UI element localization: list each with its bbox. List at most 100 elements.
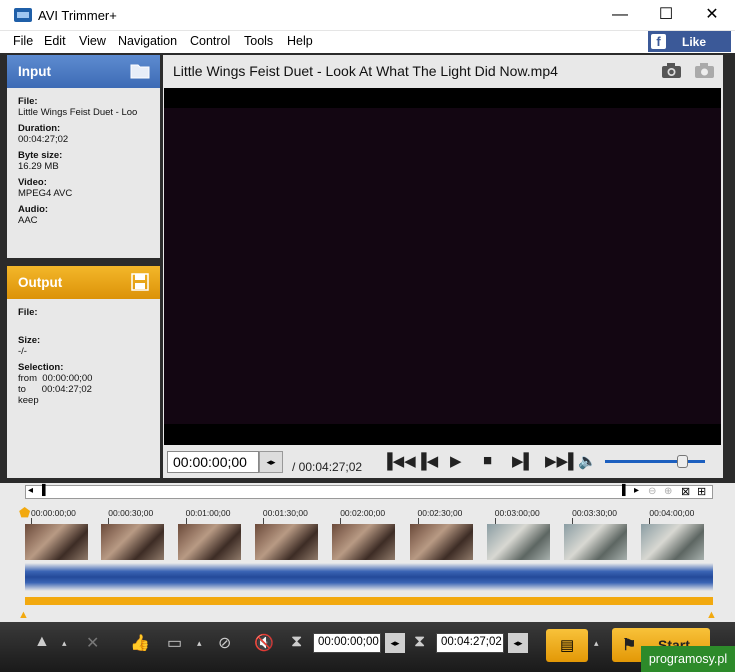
- thumbs-up-icon[interactable]: 👍: [130, 633, 150, 653]
- selection-end-marker[interactable]: ▲: [706, 609, 717, 621]
- eject-dropdown-icon[interactable]: ▴: [62, 638, 67, 649]
- input-duration-label: Duration:: [18, 123, 61, 134]
- minimize-button[interactable]: —: [597, 0, 643, 31]
- stop-icon[interactable]: ■: [483, 452, 492, 469]
- output-from-label: from: [18, 373, 37, 384]
- output-to-label: to: [18, 384, 26, 395]
- video-display[interactable]: [164, 88, 721, 445]
- menu-tools[interactable]: Tools: [244, 34, 273, 48]
- scroll-thumb-end[interactable]: ▌: [622, 485, 629, 496]
- no-image-icon[interactable]: ⊘: [218, 633, 231, 653]
- facebook-like-button[interactable]: f Like: [648, 31, 731, 52]
- facebook-like-label: Like: [682, 35, 707, 49]
- input-header[interactable]: Input: [7, 55, 160, 88]
- fit-timeline-icon[interactable]: ⊠: [681, 485, 690, 498]
- menu-file[interactable]: File: [13, 34, 33, 48]
- menu-view[interactable]: View: [79, 34, 106, 48]
- input-file-label: File:: [18, 96, 38, 107]
- set-end-icon[interactable]: ⧗: [414, 633, 425, 651]
- scroll-left-icon[interactable]: ◂: [28, 485, 33, 496]
- convert-options-button[interactable]: ▤: [546, 629, 588, 662]
- set-start-icon[interactable]: ⧗: [291, 633, 302, 651]
- output-header[interactable]: Output: [7, 266, 160, 299]
- zoom-in-icon[interactable]: ⊕: [664, 486, 672, 497]
- volume-icon[interactable]: 🔈: [578, 452, 597, 470]
- input-audio-value: AAC: [18, 215, 38, 226]
- expand-timeline-icon[interactable]: ⊞: [697, 485, 706, 498]
- no-pin-icon[interactable]: ✕: [86, 633, 99, 653]
- panel-divider: [7, 258, 160, 266]
- close-button[interactable]: ✕: [689, 0, 735, 31]
- timeline-tick-label: 00:00:00;00: [31, 508, 76, 518]
- timeline-thumbnail: [25, 524, 88, 560]
- next-frame-icon[interactable]: ▶▌: [512, 452, 534, 470]
- go-to-end-icon[interactable]: ▶▶▌: [545, 452, 579, 470]
- scroll-right-icon[interactable]: ▸: [634, 485, 639, 496]
- window-title: AVI Trimmer+: [38, 8, 117, 23]
- video-frame: [164, 108, 721, 424]
- scroll-thumb[interactable]: ▌: [42, 485, 49, 496]
- current-time-spinner[interactable]: ◂▸: [259, 451, 283, 473]
- timeline-tick-label: 00:03:00;00: [494, 508, 540, 518]
- input-file-value: Little Wings Feist Duet - Loo: [18, 107, 138, 118]
- timeline-thumbnail: [332, 524, 395, 560]
- input-info: File: Little Wings Feist Duet - Loo Dura…: [18, 96, 137, 226]
- maximize-button[interactable]: ☐: [643, 0, 689, 31]
- timeline-thumbnail: [410, 524, 473, 560]
- timeline-tick-label: 00:01:30;00: [262, 508, 308, 518]
- selection-end-time-input[interactable]: 00:04:27;02: [436, 633, 504, 653]
- output-size-value: -/-: [18, 346, 27, 357]
- volume-slider-handle[interactable]: [677, 455, 688, 468]
- convert-dropdown-icon[interactable]: ▴: [594, 638, 599, 649]
- current-time-input[interactable]: 00:00:00;00: [167, 451, 259, 473]
- film-cut-icon: ▤: [560, 637, 575, 654]
- camera-zoom-icon[interactable]: [694, 62, 715, 79]
- timeline-tick-label: 00:02:00;00: [340, 508, 386, 518]
- selection-bar[interactable]: [25, 597, 713, 605]
- go-to-start-icon[interactable]: ▐◀◀: [382, 452, 416, 470]
- menu-edit[interactable]: Edit: [44, 34, 66, 48]
- timeline-scrollbar[interactable]: ◂ ▌ ▌ ▸: [25, 485, 713, 499]
- menu-navigation[interactable]: Navigation: [118, 34, 177, 48]
- flag-icon: ⚑: [622, 637, 637, 654]
- selection-start-time-input[interactable]: 00:00:00;00: [313, 633, 381, 653]
- output-to-value: 00:04:27;02: [41, 384, 92, 395]
- timeline-thumbnail: [255, 524, 318, 560]
- audio-waveform[interactable]: [25, 563, 713, 591]
- watermark-badge: programosy.pl: [641, 646, 735, 672]
- comment-dropdown-icon[interactable]: ▴: [197, 638, 202, 649]
- timeline-thumbnail: [178, 524, 241, 560]
- timeline-tick-label: 00:01:00;00: [185, 508, 231, 518]
- eject-icon[interactable]: ▲: [34, 633, 50, 651]
- total-duration: / 00:04:27;02: [292, 460, 363, 474]
- start-time-spinner[interactable]: ◂▸: [385, 633, 405, 653]
- output-file-label: File:: [18, 307, 38, 318]
- output-mode: keep: [18, 395, 39, 406]
- end-time-spinner[interactable]: ◂▸: [508, 633, 528, 653]
- timeline-tick-label: 00:03:30;00: [572, 508, 617, 518]
- snapshot-camera-icon[interactable]: [661, 62, 682, 79]
- previous-frame-icon[interactable]: ▐◀: [416, 452, 438, 470]
- video-file-name: Little Wings Feist Duet - Look At What T…: [173, 63, 558, 79]
- menu-bar: File Edit View Navigation Control Tools …: [0, 31, 735, 53]
- input-title: Input: [18, 64, 51, 79]
- comment-icon[interactable]: ▭: [167, 633, 182, 653]
- play-icon[interactable]: ▶: [450, 452, 462, 470]
- folder-icon[interactable]: [130, 62, 150, 79]
- input-video-value: MPEG4 AVC: [18, 188, 73, 199]
- zoom-out-icon[interactable]: ⊖: [648, 486, 656, 497]
- selection-start-marker[interactable]: ▲: [18, 609, 29, 621]
- input-duration-value: 00:04:27;02: [18, 134, 69, 145]
- timeline-thumbnail: [487, 524, 550, 560]
- input-bytes-value: 16.29 MB: [18, 161, 59, 172]
- playhead-marker[interactable]: ⬟: [19, 505, 30, 521]
- volume-slider[interactable]: [605, 460, 705, 463]
- save-icon[interactable]: [131, 273, 149, 291]
- menu-help[interactable]: Help: [287, 34, 313, 48]
- menu-control[interactable]: Control: [190, 34, 230, 48]
- output-info: File: Size: -/- Selection: from 00:00:00…: [18, 307, 92, 406]
- mute-icon[interactable]: 🔇: [254, 633, 274, 653]
- app-icon: [14, 8, 32, 22]
- timeline-thumbnail: [101, 524, 164, 560]
- input-bytes-label: Byte size:: [18, 150, 63, 161]
